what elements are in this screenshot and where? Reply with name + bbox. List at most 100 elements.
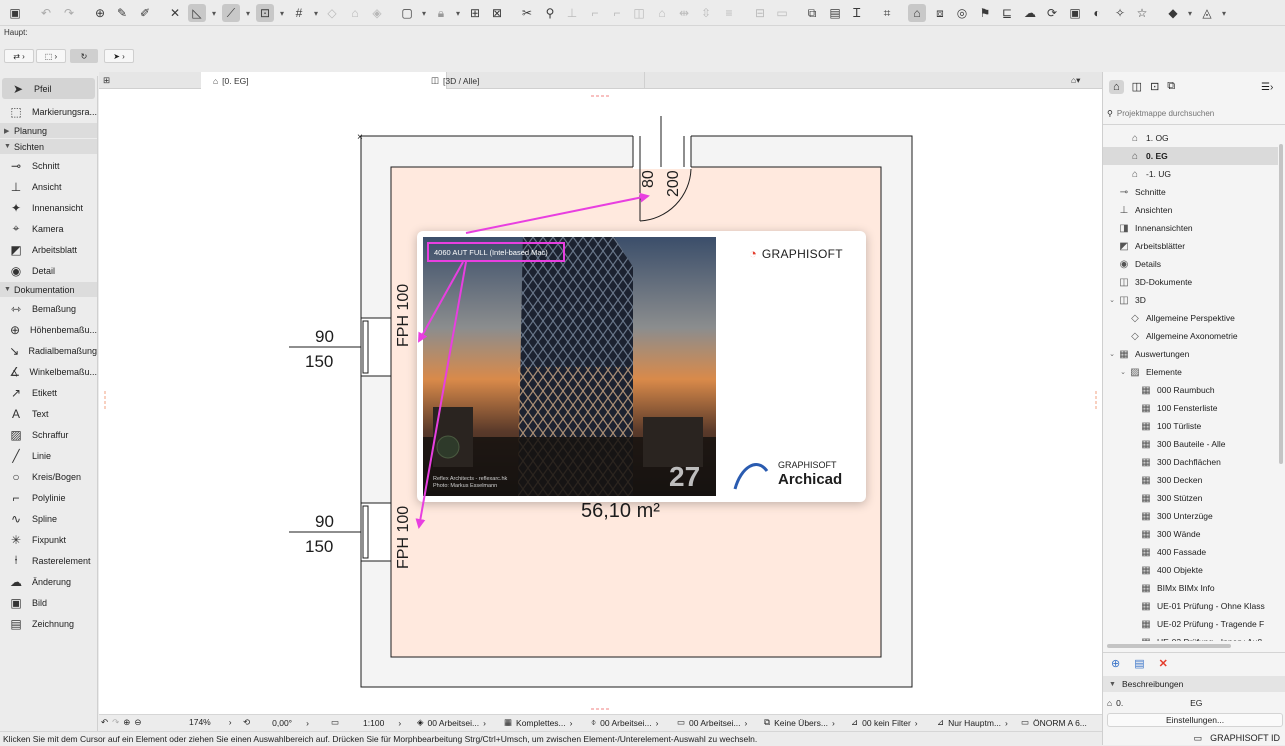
zoom-field[interactable]: 174% › — [189, 717, 232, 727]
tree-item[interactable]: ▦ 300 Decken — [1103, 471, 1278, 489]
undo-zoom-icon[interactable]: ↶ — [101, 717, 108, 728]
window-top-height[interactable]: 150 — [305, 352, 333, 372]
chevron-down-icon[interactable]: ⌄ — [1118, 368, 1128, 376]
save-icon[interactable]: ▣ — [6, 4, 24, 22]
pen-set-field[interactable]: ⌽ 00 Arbeitsei... › — [591, 717, 658, 728]
snap-guides-icon[interactable]: ⟋ — [222, 4, 240, 22]
guide-lines-icon[interactable]: ◺ — [188, 4, 206, 22]
adjust-icon[interactable]: ⚲ — [541, 4, 559, 22]
tab-3d[interactable]: ◫ [3D / Alle] — [421, 72, 645, 89]
tree-item[interactable]: ▦ UE-02 Prüfung - Tragende F — [1103, 615, 1278, 633]
group-sichten[interactable]: ▼ Sichten — [0, 139, 97, 154]
redo-icon[interactable]: ↷ — [60, 4, 78, 22]
layer-combo-field[interactable]: ◈ 00 Arbeitsei... › — [417, 717, 486, 728]
tree-item[interactable]: ▦ UE-01 Prüfung - Ohne Klass — [1103, 597, 1278, 615]
3d-window-icon[interactable]: ⧉ — [803, 4, 821, 22]
settings-icon[interactable]: ◬ — [1198, 4, 1216, 22]
window-bottom-height[interactable]: 150 — [305, 537, 333, 557]
tool-bild[interactable]: ▣ Bild — [0, 592, 97, 613]
tree-item[interactable]: ◇ Allgemeine Perspektive — [1103, 309, 1278, 327]
magic-icon[interactable]: ✧ — [1111, 4, 1129, 22]
panel-icon[interactable]: ▭ — [1194, 733, 1203, 744]
tool-kreis-bogen[interactable]: ○ Kreis/Bogen — [0, 466, 97, 487]
window-top-label[interactable]: FPH 100 — [395, 284, 413, 347]
layout-book-icon[interactable]: ⧈ — [931, 4, 949, 22]
stretch-icon[interactable]: ⊟ — [751, 4, 769, 22]
tool-zeichnung[interactable]: ▤ Zeichnung — [0, 613, 97, 634]
tree-item[interactable]: ▦ 300 Unterzüge — [1103, 507, 1278, 525]
tree-item[interactable]: ▦ 300 Wände — [1103, 525, 1278, 543]
schedule-icon[interactable]: ▤ — [826, 4, 844, 22]
chevron-down-icon[interactable]: ⌄ — [1107, 296, 1117, 304]
door-width[interactable]: 80 — [640, 170, 658, 188]
zoom-in-icon[interactable]: ⊕ — [123, 717, 130, 728]
door-height[interactable]: 200 — [665, 170, 683, 197]
elevate-icon[interactable]: ▭ — [773, 4, 791, 22]
window-bottom-label[interactable]: FPH 100 — [395, 506, 413, 569]
properties-icon[interactable]: ▤ — [1134, 657, 1144, 670]
lock-icon[interactable]: 🔒︎ — [432, 4, 450, 22]
model-view-field[interactable]: ▦ Komplettes... › — [504, 717, 572, 728]
flag-icon[interactable]: ⚑ — [976, 4, 994, 22]
tree-item[interactable]: ◨ Innenansichten — [1103, 219, 1278, 237]
tool-bemassung[interactable]: ⇿ Bemaßung — [0, 298, 97, 319]
text-style-icon[interactable]: Ꮖ — [848, 4, 866, 22]
intersect-icon[interactable]: ⊥ — [563, 4, 581, 22]
layout-icon[interactable]: ▢ — [398, 4, 416, 22]
tab-overview-icon[interactable]: ⊞ — [99, 72, 123, 89]
delete-icon[interactable]: ✕ — [1159, 657, 1168, 670]
tool-fixpunkt[interactable]: ✳ Fixpunkt — [0, 529, 97, 550]
view-map-icon[interactable]: ◫ — [1132, 80, 1142, 94]
tree-item[interactable]: ▦ 100 Fensterliste — [1103, 399, 1278, 417]
group-icon[interactable]: ⊠ — [488, 4, 506, 22]
layout-book-icon[interactable]: ⊡ — [1150, 80, 1159, 94]
window-bottom-width[interactable]: 90 — [315, 512, 334, 532]
override-field[interactable]: ⧉ Keine Übers... › — [764, 717, 835, 728]
eyedropper-icon[interactable]: ✎ — [113, 4, 131, 22]
navigator-search[interactable]: ⚲ — [1107, 106, 1281, 120]
navigator-icon[interactable]: ⊑ — [998, 4, 1016, 22]
tab-floor-plan[interactable]: ⌂ [0. EG] — [201, 72, 447, 89]
dim-style-field[interactable]: ▭ 00 Arbeitsei... › — [677, 717, 747, 728]
tree-item[interactable]: ⌂ 1. OG — [1103, 129, 1278, 147]
tree-item[interactable]: ⊸ Schnitte — [1103, 183, 1278, 201]
tree-item[interactable]: ▦ 100 Türliste — [1103, 417, 1278, 435]
split-icon[interactable]: ✂ — [518, 4, 536, 22]
angle-field[interactable]: ⟲ 0,00° › — [243, 717, 309, 728]
mirror-icon[interactable]: ⇹ — [675, 4, 693, 22]
tree-item[interactable]: ⌂ -1. UG — [1103, 165, 1278, 183]
distribute-icon[interactable]: ≡ — [720, 4, 738, 22]
tree-item[interactable]: ▦ 400 Fassade — [1103, 543, 1278, 561]
tool-arbeitsblatt[interactable]: ◩ Arbeitsblatt — [0, 239, 97, 260]
tree-item[interactable]: ▦ 300 Dachflächen — [1103, 453, 1278, 471]
resize-icon[interactable]: ◫ — [630, 4, 648, 22]
tool-detail[interactable]: ◉ Detail — [0, 260, 97, 281]
model-view-icon[interactable]: ⌂ — [908, 4, 926, 22]
tool-spline[interactable]: ∿ Spline — [0, 508, 97, 529]
tool-text[interactable]: A Text — [0, 403, 97, 424]
tree-item[interactable]: ◩ Arbeitsblätter — [1103, 237, 1278, 255]
tool-linie[interactable]: ╱ Linie — [0, 445, 97, 466]
grid-snap-icon[interactable]: # — [290, 4, 308, 22]
tree-item[interactable]: ◇ Allgemeine Axonometrie — [1103, 327, 1278, 345]
tree-item[interactable]: ◉ Details — [1103, 255, 1278, 273]
tree-item[interactable]: ▦ BIMx BIMx Info — [1103, 579, 1278, 597]
tool-rasterelement[interactable]: ⍿ Rasterelement — [0, 550, 97, 571]
scale-field[interactable]: ▭ 1:100 › — [331, 717, 401, 728]
undo-icon[interactable]: ↶ — [37, 4, 55, 22]
descriptions-header[interactable]: ▼ Beschreibungen — [1103, 676, 1285, 692]
chevron-down-icon[interactable]: ▾ — [1220, 4, 1228, 22]
star-icon[interactable]: ☆ — [1133, 4, 1151, 22]
tool-kamera[interactable]: ⌖ Kamera — [0, 218, 97, 239]
tree-item[interactable]: ⌂ 0. EG — [1103, 147, 1278, 165]
publisher-icon[interactable]: ◎ — [953, 4, 971, 22]
cursor-snap-icon[interactable]: ✕ — [166, 4, 184, 22]
chevron-down-icon[interactable]: ▾ — [278, 4, 286, 22]
navigator-hscrollbar[interactable] — [1107, 644, 1231, 648]
standard-field[interactable]: ▭ ÖNORM A 6... — [1021, 717, 1087, 728]
tree-item[interactable]: ▦ 000 Raumbuch — [1103, 381, 1278, 399]
window-top-width[interactable]: 90 — [315, 327, 334, 347]
inject-icon[interactable]: ✐ — [136, 4, 154, 22]
tool-ansicht[interactable]: ⊥ Ansicht — [0, 176, 97, 197]
tool-radialbemassung[interactable]: ↘ Radialbemaßung — [0, 340, 97, 361]
